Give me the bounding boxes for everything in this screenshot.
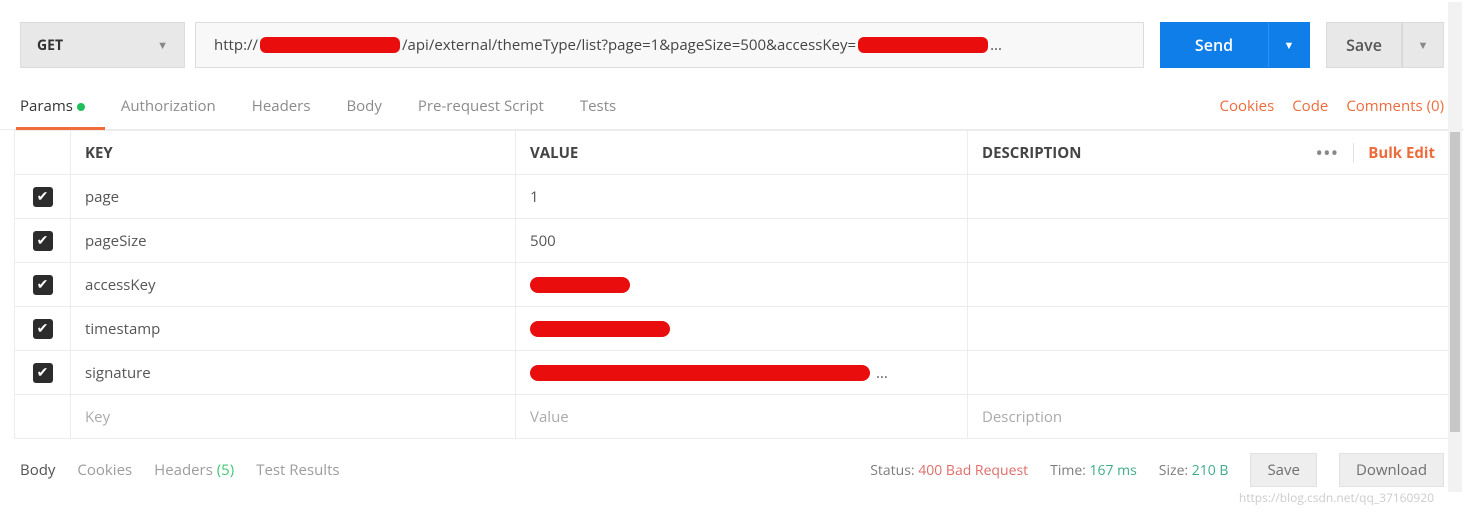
- redacted-value: [530, 365, 870, 381]
- param-key-cell[interactable]: pageSize: [71, 219, 516, 262]
- param-desc-cell[interactable]: [968, 263, 1449, 306]
- watermark-text: https://blog.csdn.net/qq_37160920: [1239, 489, 1434, 506]
- param-value-text: 1: [530, 187, 539, 207]
- response-tab-cookies[interactable]: Cookies: [77, 460, 132, 480]
- response-size: Size: 210 B: [1159, 461, 1229, 480]
- response-time: Time: 167 ms: [1050, 461, 1137, 480]
- header-value: VALUE: [516, 131, 968, 174]
- checkbox-checked-icon[interactable]: ✔: [33, 187, 53, 207]
- redacted-key: [858, 37, 988, 53]
- chevron-down-icon: ▼: [157, 38, 168, 53]
- param-row: ✔ page 1: [15, 174, 1449, 218]
- checkbox-checked-icon[interactable]: ✔: [33, 363, 53, 383]
- save-button[interactable]: Save: [1326, 22, 1402, 68]
- param-row: ✔ pageSize 500: [15, 218, 1449, 262]
- link-cookies[interactable]: Cookies: [1220, 96, 1275, 129]
- send-dropdown-button[interactable]: ▼: [1268, 22, 1310, 68]
- bulk-edit-link[interactable]: Bulk Edit: [1368, 143, 1435, 163]
- param-value-text: 500: [530, 231, 556, 251]
- scrollbar-thumb[interactable]: [1450, 132, 1460, 432]
- params-table: KEY VALUE DESCRIPTION ••• Bulk Edit ✔ pag…: [14, 130, 1450, 439]
- tab-body[interactable]: Body: [346, 96, 381, 129]
- url-text-mid: /api/external/themeType/list?page=1&page…: [402, 35, 856, 55]
- send-button[interactable]: Send: [1160, 22, 1268, 68]
- redacted-host: [260, 37, 400, 53]
- chevron-down-icon: ▼: [1284, 38, 1295, 53]
- url-text-prefix: http://: [214, 35, 258, 55]
- placeholder-key[interactable]: Key: [71, 395, 516, 438]
- response-status: Status: 400 Bad Request: [870, 461, 1028, 480]
- param-value-cell[interactable]: ...: [516, 351, 968, 394]
- param-key-cell[interactable]: signature: [71, 351, 516, 394]
- save-dropdown-button[interactable]: ▼: [1402, 22, 1444, 68]
- link-comments[interactable]: Comments (0): [1346, 96, 1444, 129]
- param-value-cell[interactable]: 1: [516, 175, 968, 218]
- tab-prerequest[interactable]: Pre-request Script: [418, 96, 544, 129]
- response-download-button[interactable]: Download: [1339, 453, 1444, 487]
- header-key: KEY: [71, 131, 516, 174]
- response-tab-body[interactable]: Body: [20, 460, 55, 480]
- checkbox-checked-icon[interactable]: ✔: [33, 275, 53, 295]
- redacted-value: [530, 321, 670, 337]
- chevron-down-icon: ▼: [1418, 38, 1429, 53]
- param-row: ✔ timestamp: [15, 306, 1449, 350]
- http-method-label: GET: [37, 36, 63, 55]
- header-desc: DESCRIPTION: [968, 131, 1289, 174]
- param-value-cell[interactable]: [516, 307, 968, 350]
- checkbox-checked-icon[interactable]: ✔: [33, 231, 53, 251]
- placeholder-desc[interactable]: Description: [968, 395, 1449, 438]
- param-row: ✔ accessKey: [15, 262, 1449, 306]
- param-row: ✔ signature...: [15, 350, 1449, 394]
- param-desc-cell[interactable]: [968, 219, 1449, 262]
- tab-tests[interactable]: Tests: [580, 96, 616, 129]
- response-tab-headers[interactable]: Headers (5): [154, 460, 234, 480]
- params-header-row: KEY VALUE DESCRIPTION ••• Bulk Edit: [15, 130, 1449, 174]
- param-value-cell[interactable]: 500: [516, 219, 968, 262]
- param-value-cell[interactable]: [516, 263, 968, 306]
- param-desc-cell[interactable]: [968, 175, 1449, 218]
- params-active-dot-icon: [77, 103, 85, 111]
- param-key-cell[interactable]: accessKey: [71, 263, 516, 306]
- http-method-select[interactable]: GET ▼: [20, 22, 185, 68]
- param-key-cell[interactable]: timestamp: [71, 307, 516, 350]
- param-placeholder-row[interactable]: Key Value Description: [15, 394, 1449, 438]
- param-key-cell[interactable]: page: [71, 175, 516, 218]
- tab-params[interactable]: Params: [20, 96, 85, 129]
- placeholder-value[interactable]: Value: [516, 395, 968, 438]
- vertical-scrollbar[interactable]: [1448, 2, 1462, 492]
- redacted-value: [530, 277, 630, 293]
- response-save-button[interactable]: Save: [1250, 453, 1316, 487]
- more-icon[interactable]: •••: [1316, 143, 1339, 163]
- url-input[interactable]: http:// /api/external/themeType/list?pag…: [195, 22, 1144, 68]
- param-desc-cell[interactable]: [968, 351, 1449, 394]
- link-code[interactable]: Code: [1292, 96, 1328, 129]
- tab-authorization[interactable]: Authorization: [121, 96, 216, 129]
- response-tab-test-results[interactable]: Test Results: [256, 460, 339, 480]
- checkbox-checked-icon[interactable]: ✔: [33, 319, 53, 339]
- url-text-suffix: ...: [990, 35, 1002, 55]
- tab-headers[interactable]: Headers: [252, 96, 311, 129]
- param-desc-cell[interactable]: [968, 307, 1449, 350]
